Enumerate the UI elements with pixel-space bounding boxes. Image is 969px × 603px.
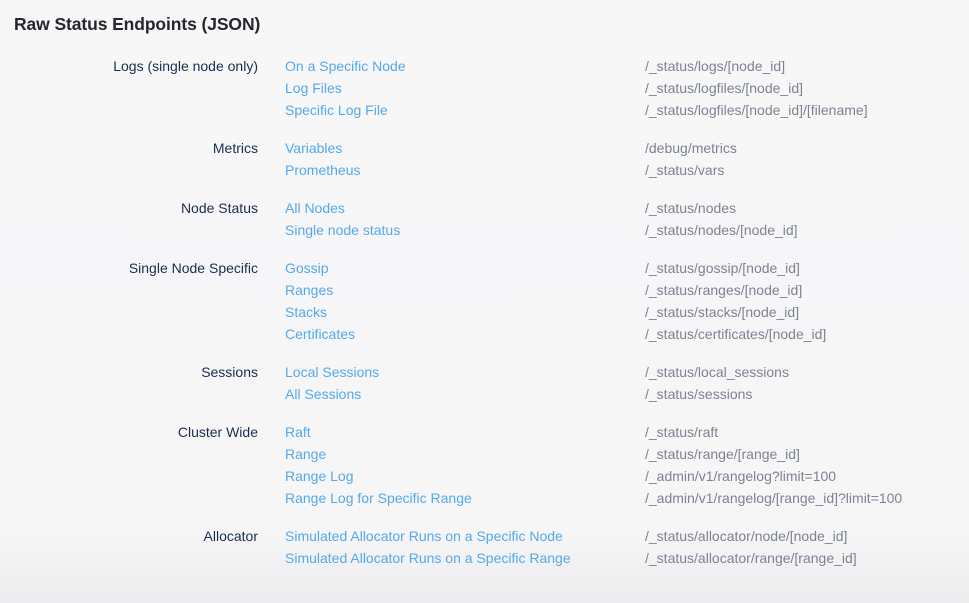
group-rows: Simulated Allocator Runs on a Specific N…	[285, 525, 969, 569]
endpoint-link[interactable]: All Sessions	[285, 383, 645, 405]
endpoint-group: Single Node Specific Gossip /_status/gos…	[0, 257, 969, 345]
endpoint-link[interactable]: All Nodes	[285, 197, 645, 219]
endpoint-path: /_status/sessions	[645, 383, 752, 405]
endpoint-link[interactable]: Stacks	[285, 301, 645, 323]
endpoint-link[interactable]: Specific Log File	[285, 99, 645, 121]
category-label: Allocator	[0, 525, 258, 547]
group-rows: On a Specific Node /_status/logs/[node_i…	[285, 55, 969, 121]
endpoint-group: Metrics Variables /debug/metrics Prometh…	[0, 137, 969, 181]
endpoint-path: /_status/ranges/[node_id]	[645, 279, 802, 301]
category-label: Single Node Specific	[0, 257, 258, 279]
endpoint-group: Logs (single node only) On a Specific No…	[0, 55, 969, 121]
endpoint-link[interactable]: Range Log for Specific Range	[285, 487, 645, 509]
endpoint-path: /_admin/v1/rangelog/[range_id]?limit=100	[645, 487, 902, 509]
endpoint-group: Allocator Simulated Allocator Runs on a …	[0, 525, 969, 569]
endpoint-row: Gossip /_status/gossip/[node_id]	[285, 257, 969, 279]
category-label: Metrics	[0, 137, 258, 159]
endpoint-link[interactable]: Single node status	[285, 219, 645, 241]
endpoint-row: Prometheus /_status/vars	[285, 159, 969, 181]
endpoint-link[interactable]: Simulated Allocator Runs on a Specific R…	[285, 547, 645, 569]
endpoint-path: /_admin/v1/rangelog?limit=100	[645, 465, 836, 487]
endpoint-link[interactable]: On a Specific Node	[285, 55, 645, 77]
endpoint-row: All Nodes /_status/nodes	[285, 197, 969, 219]
endpoint-row: All Sessions /_status/sessions	[285, 383, 969, 405]
endpoint-groups: Logs (single node only) On a Specific No…	[0, 55, 969, 569]
category-label: Sessions	[0, 361, 258, 383]
category-label: Logs (single node only)	[0, 55, 258, 77]
endpoint-link[interactable]: Gossip	[285, 257, 645, 279]
category-label: Node Status	[0, 197, 258, 219]
endpoint-path: /_status/logs/[node_id]	[645, 55, 785, 77]
endpoint-link[interactable]: Simulated Allocator Runs on a Specific N…	[285, 525, 645, 547]
endpoint-row: Raft /_status/raft	[285, 421, 969, 443]
endpoint-path: /_status/local_sessions	[645, 361, 789, 383]
group-rows: Gossip /_status/gossip/[node_id] Ranges …	[285, 257, 969, 345]
endpoint-link[interactable]: Range Log	[285, 465, 645, 487]
endpoint-path: /_status/allocator/range/[range_id]	[645, 547, 857, 569]
endpoint-row: Certificates /_status/certificates/[node…	[285, 323, 969, 345]
endpoint-row: On a Specific Node /_status/logs/[node_i…	[285, 55, 969, 77]
endpoint-link[interactable]: Variables	[285, 137, 645, 159]
endpoint-link[interactable]: Log Files	[285, 77, 645, 99]
endpoint-row: Simulated Allocator Runs on a Specific R…	[285, 547, 969, 569]
endpoint-row: Range /_status/range/[range_id]	[285, 443, 969, 465]
endpoint-row: Stacks /_status/stacks/[node_id]	[285, 301, 969, 323]
endpoint-path: /_status/stacks/[node_id]	[645, 301, 799, 323]
endpoint-path: /_status/range/[range_id]	[645, 443, 800, 465]
endpoint-group: Sessions Local Sessions /_status/local_s…	[0, 361, 969, 405]
endpoint-link[interactable]: Range	[285, 443, 645, 465]
page-title: Raw Status Endpoints (JSON)	[14, 13, 969, 35]
debug-page: Raw Status Endpoints (JSON) Logs (single…	[0, 0, 969, 569]
endpoint-link[interactable]: Raft	[285, 421, 645, 443]
category-label: Cluster Wide	[0, 421, 258, 443]
endpoint-row: Range Log for Specific Range /_admin/v1/…	[285, 487, 969, 509]
endpoint-row: Specific Log File /_status/logfiles/[nod…	[285, 99, 969, 121]
endpoint-link[interactable]: Local Sessions	[285, 361, 645, 383]
group-rows: Variables /debug/metrics Prometheus /_st…	[285, 137, 969, 181]
endpoint-link[interactable]: Prometheus	[285, 159, 645, 181]
endpoint-path: /_status/logfiles/[node_id]	[645, 77, 803, 99]
endpoint-path: /_status/vars	[645, 159, 724, 181]
endpoint-path: /_status/allocator/node/[node_id]	[645, 525, 847, 547]
endpoint-row: Single node status /_status/nodes/[node_…	[285, 219, 969, 241]
endpoint-link[interactable]: Certificates	[285, 323, 645, 345]
endpoint-row: Ranges /_status/ranges/[node_id]	[285, 279, 969, 301]
endpoint-row: Local Sessions /_status/local_sessions	[285, 361, 969, 383]
endpoint-path: /debug/metrics	[645, 137, 737, 159]
endpoint-path: /_status/nodes	[645, 197, 736, 219]
endpoint-path: /_status/gossip/[node_id]	[645, 257, 800, 279]
endpoint-path: /_status/logfiles/[node_id]/[filename]	[645, 99, 868, 121]
endpoint-path: /_status/nodes/[node_id]	[645, 219, 798, 241]
endpoint-link[interactable]: Ranges	[285, 279, 645, 301]
group-rows: Raft /_status/raft Range /_status/range/…	[285, 421, 969, 509]
endpoint-path: /_status/raft	[645, 421, 718, 443]
endpoint-path: /_status/certificates/[node_id]	[645, 323, 826, 345]
group-rows: Local Sessions /_status/local_sessions A…	[285, 361, 969, 405]
endpoint-row: Variables /debug/metrics	[285, 137, 969, 159]
endpoint-row: Range Log /_admin/v1/rangelog?limit=100	[285, 465, 969, 487]
group-rows: All Nodes /_status/nodes Single node sta…	[285, 197, 969, 241]
endpoint-row: Simulated Allocator Runs on a Specific N…	[285, 525, 969, 547]
endpoint-group: Cluster Wide Raft /_status/raft Range /_…	[0, 421, 969, 509]
endpoint-group: Node Status All Nodes /_status/nodes Sin…	[0, 197, 969, 241]
endpoint-row: Log Files /_status/logfiles/[node_id]	[285, 77, 969, 99]
